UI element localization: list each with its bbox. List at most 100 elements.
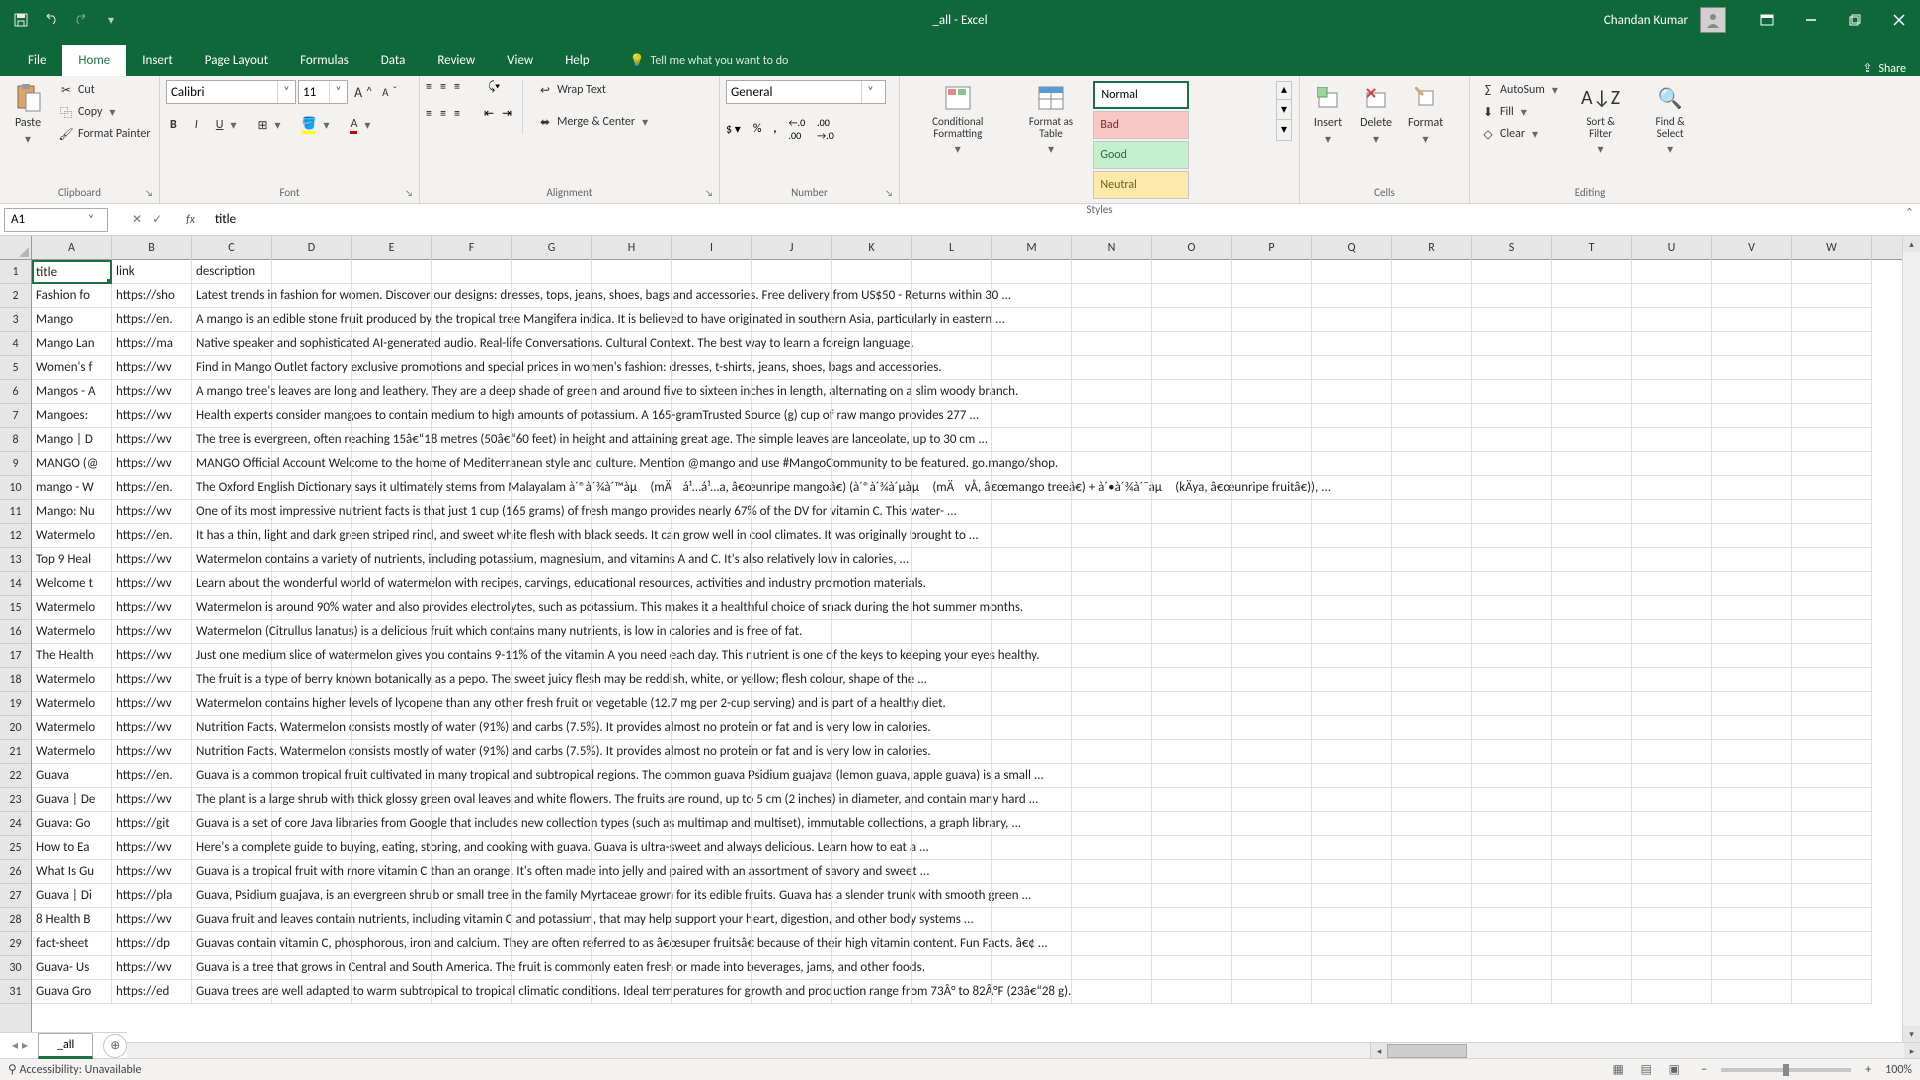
cell[interactable]: Watermelon is around 90% water and also …	[192, 596, 272, 620]
cell[interactable]	[832, 476, 912, 500]
cell[interactable]	[1472, 788, 1552, 812]
cell[interactable]	[592, 596, 672, 620]
close-icon[interactable]	[1886, 11, 1912, 29]
cell-styles-gallery[interactable]: Normal Bad Good Neutral	[1092, 80, 1271, 200]
row-header[interactable]: 25	[0, 836, 31, 860]
cell[interactable]	[752, 356, 832, 380]
cell[interactable]	[912, 620, 992, 644]
italic-button[interactable]: I	[191, 116, 202, 134]
cell[interactable]	[1312, 980, 1392, 1004]
cell[interactable]: https://wv	[112, 668, 192, 692]
cell[interactable]	[1632, 308, 1712, 332]
cell[interactable]	[912, 308, 992, 332]
cell[interactable]	[1312, 620, 1392, 644]
collapse-ribbon-icon[interactable]: ⌃	[1905, 206, 1914, 219]
cell[interactable]	[1792, 692, 1872, 716]
row-header[interactable]: 6	[0, 380, 31, 404]
cell[interactable]	[752, 620, 832, 644]
cell[interactable]	[1712, 356, 1792, 380]
cell[interactable]: Just one medium slice of watermelon give…	[192, 644, 272, 668]
cell[interactable]	[1392, 572, 1472, 596]
cell[interactable]	[1232, 476, 1312, 500]
cell[interactable]	[832, 620, 912, 644]
cell[interactable]	[1312, 380, 1392, 404]
cell[interactable]	[1712, 812, 1792, 836]
cell[interactable]: Mango | D	[32, 428, 112, 452]
cell[interactable]	[672, 788, 752, 812]
cell[interactable]: Guava Gro	[32, 980, 112, 1004]
cell[interactable]	[1552, 380, 1632, 404]
cell[interactable]	[1072, 692, 1152, 716]
cell[interactable]	[992, 836, 1072, 860]
row-header[interactable]: 4	[0, 332, 31, 356]
cell[interactable]	[512, 836, 592, 860]
cell[interactable]	[592, 452, 672, 476]
cell[interactable]	[1392, 884, 1472, 908]
cell[interactable]	[1152, 452, 1232, 476]
cell[interactable]	[272, 260, 352, 284]
cell[interactable]	[752, 812, 832, 836]
cell[interactable]	[512, 764, 592, 788]
cell[interactable]: Watermelo	[32, 716, 112, 740]
cell[interactable]	[352, 308, 432, 332]
cell[interactable]	[1632, 836, 1712, 860]
cell[interactable]	[1392, 740, 1472, 764]
zoom-in-button[interactable]: +	[1865, 1063, 1871, 1077]
cell[interactable]	[832, 980, 912, 1004]
cell[interactable]	[672, 668, 752, 692]
cell[interactable]	[1072, 596, 1152, 620]
cell[interactable]	[1472, 284, 1552, 308]
cell[interactable]	[752, 308, 832, 332]
new-sheet-button[interactable]: ⊕	[103, 1034, 127, 1058]
percent-button[interactable]: %	[753, 122, 762, 136]
cell[interactable]	[512, 668, 592, 692]
cell[interactable]	[432, 932, 512, 956]
cell[interactable]	[1232, 428, 1312, 452]
cell[interactable]	[352, 956, 432, 980]
column-header-B[interactable]: B	[112, 236, 192, 260]
cell[interactable]	[1792, 908, 1872, 932]
cell[interactable]	[1312, 788, 1392, 812]
cell[interactable]	[752, 572, 832, 596]
row-header[interactable]: 22	[0, 764, 31, 788]
row-header[interactable]: 9	[0, 452, 31, 476]
row-header[interactable]: 23	[0, 788, 31, 812]
cell[interactable]	[1072, 836, 1152, 860]
cell[interactable]: MANGO (@	[32, 452, 112, 476]
cell[interactable]	[1072, 260, 1152, 284]
cell[interactable]: description	[192, 260, 272, 284]
cell[interactable]	[672, 620, 752, 644]
cell[interactable]	[592, 692, 672, 716]
cell[interactable]	[1632, 908, 1712, 932]
cell[interactable]: https://wv	[112, 908, 192, 932]
cell[interactable]	[832, 428, 912, 452]
cell[interactable]	[992, 788, 1072, 812]
cell[interactable]	[432, 956, 512, 980]
style-normal[interactable]: Normal	[1093, 81, 1189, 109]
cell[interactable]	[1792, 740, 1872, 764]
cell[interactable]: Watermelo	[32, 620, 112, 644]
vertical-scrollbar[interactable]: ▴ ▾	[1902, 236, 1920, 1042]
align-center-button[interactable]: ≡	[440, 107, 446, 121]
cell[interactable]	[1392, 788, 1472, 812]
cell[interactable]	[272, 572, 352, 596]
cell[interactable]	[912, 500, 992, 524]
cell[interactable]	[432, 644, 512, 668]
cell[interactable]	[672, 764, 752, 788]
cell[interactable]	[832, 860, 912, 884]
cell[interactable]	[1312, 596, 1392, 620]
cell[interactable]: https://git	[112, 812, 192, 836]
bold-button[interactable]: B	[166, 116, 181, 134]
cell[interactable]	[1712, 716, 1792, 740]
cell[interactable]	[1232, 764, 1312, 788]
cell[interactable]	[272, 788, 352, 812]
cell[interactable]	[352, 404, 432, 428]
cell[interactable]	[1632, 740, 1712, 764]
cell[interactable]	[272, 476, 352, 500]
cell[interactable]	[992, 548, 1072, 572]
user-name[interactable]: Chandan Kumar	[1604, 13, 1688, 28]
cell[interactable]	[1712, 980, 1792, 1004]
cell[interactable]	[992, 764, 1072, 788]
cell[interactable]	[272, 740, 352, 764]
cell[interactable]	[1312, 284, 1392, 308]
